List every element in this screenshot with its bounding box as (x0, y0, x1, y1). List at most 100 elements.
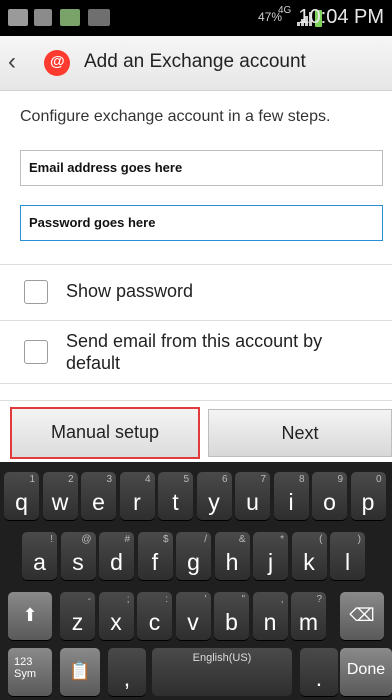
intro-text: Configure exchange account in a few step… (20, 108, 331, 125)
next-button[interactable]: Next (208, 409, 392, 457)
done-key[interactable]: Done (340, 648, 392, 696)
key-secondary-label: ( (319, 534, 323, 545)
facebook-icon (34, 9, 52, 26)
key-primary-label: z (71, 609, 84, 635)
key-secondary-label: 5 (183, 474, 189, 485)
key-secondary-label: " (241, 594, 245, 605)
key-primary-label: i (288, 489, 294, 515)
back-icon[interactable]: ‹ (8, 48, 16, 76)
key-primary-label: j (267, 549, 274, 575)
key-primary-label: t (172, 489, 179, 515)
send-default-checkbox[interactable] (24, 340, 48, 364)
backspace-icon: ⌫ (349, 605, 375, 625)
clock: 10:04 PM (298, 6, 384, 28)
button-bar: Manual setup Next (0, 400, 392, 463)
delete-key[interactable]: ⌫ (340, 592, 384, 640)
key-l[interactable]: ) l (330, 532, 365, 580)
key-c[interactable]: :c (137, 592, 172, 640)
key-v[interactable]: ' v (175, 592, 211, 640)
key-primary-label: k (303, 549, 315, 575)
key-secondary-label: ; (126, 594, 130, 605)
key-secondary-label: 7 (260, 474, 266, 485)
key-primary-label: e (92, 489, 105, 515)
send-default-label[interactable]: Send email from this account by default (66, 330, 366, 374)
clipboard-key[interactable]: 📋 (60, 648, 100, 696)
key-secondary-label: 1 (29, 474, 35, 485)
key-k[interactable]: (k (291, 532, 327, 580)
divider (0, 264, 392, 265)
key-secondary-label: 0 (375, 474, 382, 485)
key-primary-label: r (133, 489, 141, 515)
key-primary-label: o (323, 489, 336, 515)
onscreen-keyboard: 1q2w3e4r5t6y7u8i9o0p ! a @ s # d $ f / g & h * j(k) l … (0, 462, 392, 700)
key-secondary-label: ' (204, 594, 207, 605)
key-y[interactable]: 6y (196, 472, 232, 520)
key-a[interactable]: ! a (22, 532, 57, 580)
action-bar: ‹ Add an Exchange account (0, 36, 392, 91)
manual-setup-button[interactable]: Manual setup (10, 407, 200, 459)
key-primary-label: d (110, 549, 123, 575)
key-m[interactable]: ? m (291, 592, 326, 640)
password-value: Password goes here (29, 215, 156, 230)
key-e[interactable]: 3e (81, 472, 116, 520)
space-key[interactable]: English(US) (152, 648, 292, 696)
key-w[interactable]: 2w (42, 472, 78, 520)
clipboard-icon: 📋 (68, 661, 92, 681)
key-g[interactable]: / g (176, 532, 211, 580)
key-t[interactable]: 5t (158, 472, 193, 520)
key-primary-label: g (187, 549, 200, 575)
comma-key-label: , (123, 665, 131, 691)
key-secondary-label: 2 (67, 474, 74, 485)
space-key-label: English(US) (192, 652, 252, 664)
key-i[interactable]: 8i (273, 472, 309, 520)
email-field[interactable]: Email address goes here (20, 150, 383, 186)
show-password-label[interactable]: Show password (66, 281, 193, 302)
key-h[interactable]: & h (214, 532, 250, 580)
exchange-app-icon (44, 50, 70, 76)
key-o[interactable]: 9o (312, 472, 347, 520)
key-secondary-label: * (280, 534, 284, 545)
key-j[interactable]: * j (253, 532, 288, 580)
key-secondary-label: , (280, 594, 284, 605)
password-field[interactable]: Password goes here (20, 205, 383, 241)
key-primary-label: c (148, 609, 161, 635)
key-primary-label: u (246, 489, 259, 515)
key-u[interactable]: 7u (235, 472, 270, 520)
status-bar: 4G 47% 10:04 PM (0, 0, 392, 36)
key-primary-label: s (72, 549, 84, 575)
key-primary-label: l (344, 549, 351, 575)
key-d[interactable]: # d (99, 532, 134, 580)
sym-key[interactable]: 123 Sym (8, 648, 52, 696)
show-password-checkbox[interactable] (24, 280, 48, 304)
key-secondary-label: 3 (106, 474, 112, 485)
key-n[interactable]: ,n (252, 592, 288, 640)
keyboard-icon (88, 9, 110, 26)
key-primary-label: y (208, 489, 220, 515)
key-primary-label: n (263, 609, 277, 635)
page-title: Add an Exchange account (84, 51, 306, 72)
divider (0, 383, 392, 384)
sym-key-label: 123 Sym (14, 656, 36, 680)
divider (0, 320, 392, 321)
key-secondary-label: 8 (298, 474, 305, 485)
key-secondary-label: 6 (221, 474, 228, 485)
key-primary-label: x (110, 609, 122, 635)
key-secondary-label: 9 (337, 474, 343, 485)
key-secondary-label: / (204, 534, 207, 545)
key-secondary-label: ) (357, 534, 361, 545)
key-b[interactable]: " b (214, 592, 249, 640)
key-x[interactable]: ; x (98, 592, 134, 640)
key-p[interactable]: 0p (350, 472, 386, 520)
key-z[interactable]: -z (60, 592, 95, 640)
manual-setup-label: Manual setup (50, 422, 160, 442)
done-key-label: Done (346, 661, 386, 678)
comma-key[interactable]: , (108, 648, 146, 696)
period-key-label: . (315, 665, 323, 691)
key-primary-label: f (151, 549, 159, 575)
key-s[interactable]: @ s (60, 532, 96, 580)
key-f[interactable]: $ f (137, 532, 173, 580)
key-r[interactable]: 4r (119, 472, 155, 520)
period-key[interactable]: . (300, 648, 338, 696)
key-q[interactable]: 1q (4, 472, 39, 520)
shift-key[interactable]: ⬆ (8, 592, 52, 640)
